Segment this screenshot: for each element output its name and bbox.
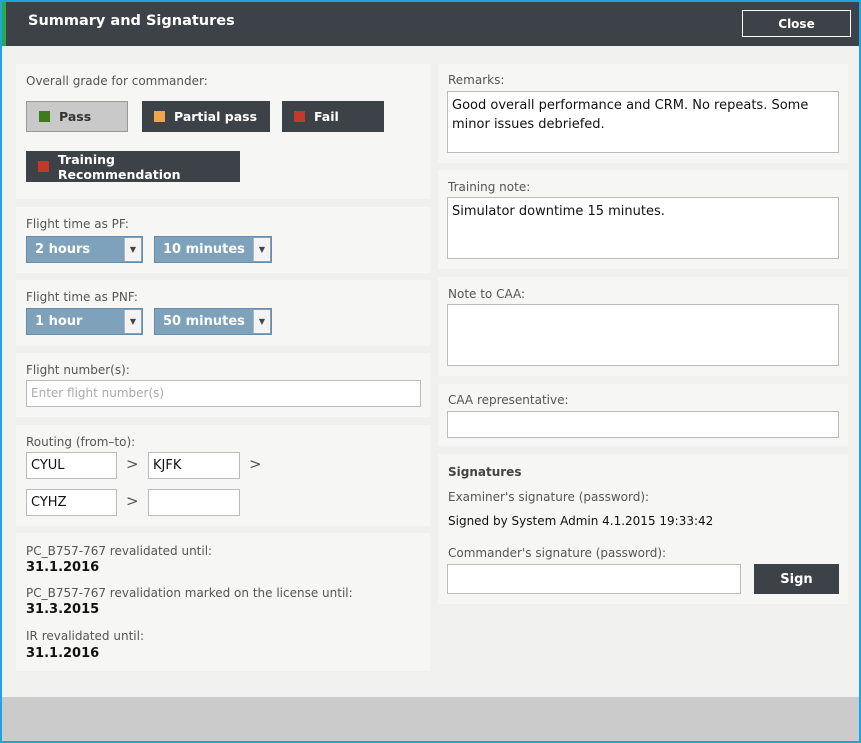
- examiner-signature-label: Examiner's signature (password):: [448, 490, 650, 504]
- close-button[interactable]: Close: [742, 10, 851, 37]
- flight-time-pnf-label: Flight time as PNF:: [26, 290, 138, 304]
- chevron-down-icon: ▼: [253, 238, 270, 261]
- revalidation-date: 31.1.2016: [26, 560, 100, 575]
- pf-hours-select[interactable]: 2 hours ▼: [26, 236, 143, 263]
- grade-fail-label: Fail: [314, 109, 339, 124]
- pass-color-swatch: [39, 111, 50, 122]
- grade-partial-pass-label: Partial pass: [174, 109, 258, 124]
- revalidation-license-date: 31.3.2015: [26, 602, 100, 617]
- pnf-minutes-select[interactable]: 50 minutes ▼: [154, 308, 272, 335]
- summary-signatures-dialog: Summary and Signatures Close Overall gra…: [0, 0, 861, 743]
- dialog-footer: [2, 697, 859, 741]
- examiner-signature-status: Signed by System Admin 4.1.2015 19:33:42: [448, 514, 714, 528]
- chevron-down-icon: ▼: [124, 310, 141, 333]
- fail-color-swatch: [294, 111, 305, 122]
- pnf-hours-select[interactable]: 1 hour ▼: [26, 308, 143, 335]
- caa-representative-label: CAA representative:: [448, 393, 569, 407]
- pf-minutes-value: 10 minutes: [163, 242, 245, 257]
- revalidation-label: PC_B757-767 revalidated until:: [26, 544, 213, 558]
- grade-partial-pass-button[interactable]: Partial pass: [142, 101, 270, 132]
- partial-pass-color-swatch: [154, 111, 165, 122]
- ir-revalidation-label: IR revalidated until:: [26, 629, 144, 643]
- chevron-down-icon: ▼: [124, 238, 141, 261]
- note-to-caa-textarea[interactable]: [447, 304, 839, 366]
- pf-hours-value: 2 hours: [35, 242, 91, 257]
- revalidation-license-label: PC_B757-767 revalidation marked on the l…: [26, 586, 353, 600]
- sign-button[interactable]: Sign: [754, 564, 839, 594]
- flight-number-label: Flight number(s):: [26, 363, 130, 377]
- commander-signature-label: Commander's signature (password):: [448, 546, 667, 560]
- flight-number-input[interactable]: Enter flight number(s): [26, 380, 421, 407]
- signatures-heading: Signatures: [448, 465, 522, 479]
- routing-separator: >: [249, 455, 262, 473]
- pnf-hours-value: 1 hour: [35, 314, 83, 329]
- grade-label: Overall grade for commander:: [26, 74, 208, 88]
- remarks-label: Remarks:: [448, 73, 505, 87]
- training-recommendation-color-swatch: [38, 161, 49, 172]
- note-to-caa-label: Note to CAA:: [448, 287, 526, 301]
- routing-separator: >: [126, 455, 139, 473]
- grade-fail-button[interactable]: Fail: [282, 101, 384, 132]
- title-bar: Summary and Signatures Close: [2, 2, 859, 46]
- routing-to-1-input[interactable]: KJFK: [148, 452, 240, 479]
- commander-signature-input[interactable]: [447, 564, 741, 594]
- ir-revalidation-date: 31.1.2016: [26, 646, 100, 661]
- flight-time-pf-label: Flight time as PF:: [26, 217, 129, 231]
- training-recommendation-button[interactable]: Training Recommendation: [26, 151, 240, 182]
- grade-pass-label: Pass: [59, 109, 92, 124]
- remarks-textarea[interactable]: Good overall performance and CRM. No rep…: [447, 91, 839, 153]
- routing-from-1-input[interactable]: CYUL: [26, 452, 117, 479]
- routing-label: Routing (from–to):: [26, 435, 136, 449]
- routing-separator: >: [126, 492, 139, 510]
- training-note-textarea[interactable]: Simulator downtime 15 minutes.: [447, 197, 839, 259]
- routing-from-2-input[interactable]: CYHZ: [26, 489, 117, 516]
- pnf-minutes-value: 50 minutes: [163, 314, 245, 329]
- caa-representative-input[interactable]: [447, 411, 839, 438]
- grade-pass-button[interactable]: Pass: [26, 101, 128, 132]
- pf-minutes-select[interactable]: 10 minutes ▼: [154, 236, 272, 263]
- routing-to-2-input[interactable]: [148, 489, 240, 516]
- training-note-label: Training note:: [448, 180, 531, 194]
- dialog-title: Summary and Signatures: [28, 13, 235, 29]
- chevron-down-icon: ▼: [253, 310, 270, 333]
- training-recommendation-label: Training Recommendation: [57, 151, 181, 182]
